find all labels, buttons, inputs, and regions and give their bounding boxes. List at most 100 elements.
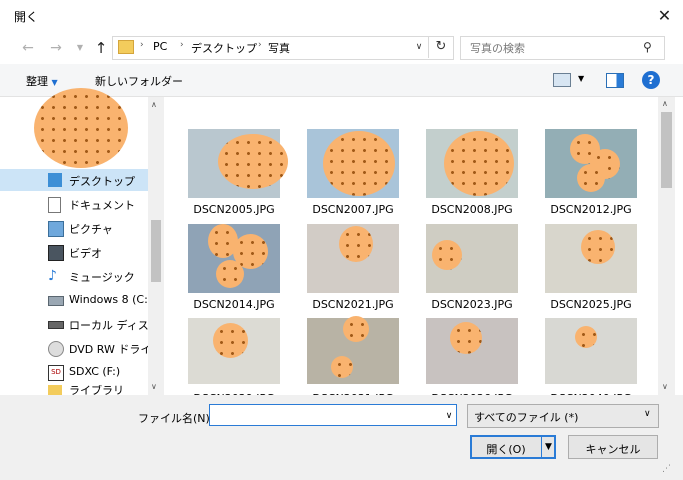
video-icon [48,245,64,261]
privacy-sticker [450,322,482,354]
chevron-down-icon: ▼ [51,78,58,87]
sidebar-item-label: ドキュメント [69,199,135,212]
file-name[interactable]: DSCN2014.JPG [174,298,294,311]
sidebar-item-local-disk[interactable]: ローカル ディスク ( [0,313,168,335]
breadcrumb-photos[interactable]: 写真 [268,40,290,56]
file-type-value: すべてのファイル (*) [474,411,579,424]
sidebar-item-sdxc[interactable]: SD SDXC (F:) [0,361,148,383]
sidebar-item-videos[interactable]: ビデオ [0,241,148,263]
recent-locations-button[interactable]: ▼ [70,38,90,58]
file-name[interactable]: DSCN2023.JPG [412,298,532,311]
file-name[interactable]: DSCN2025.JPG [531,298,651,311]
refresh-icon: ↻ [435,39,447,54]
sidebar-item-windows-drive[interactable]: Windows 8 (C:) [0,289,152,311]
privacy-sticker [34,88,128,168]
sidebar-scroll-thumb[interactable] [151,220,161,282]
sidebar-item-label: デスクトップ [69,175,135,188]
file-name[interactable]: DSCN2021.JPG [293,298,413,311]
folder-icon [118,40,134,54]
view-options-icon[interactable] [553,73,571,87]
file-thumbnail[interactable] [545,318,637,384]
chevron-down-icon: ▼ [76,43,84,52]
window-title: 開く [14,10,39,24]
library-folder-icon [48,385,62,395]
sidebar-item-label: Windows 8 (C:) [69,293,153,306]
open-options-dropdown[interactable]: ▼ [541,437,555,457]
open-button-label: 開く(O) [486,443,526,456]
file-thumbnail[interactable] [426,224,518,293]
sidebar-item-desktop[interactable]: デスクトップ [0,169,148,191]
back-arrow-icon: ← [22,40,34,56]
file-name[interactable]: DSCN2012.JPG [531,203,651,216]
sidebar-item-label: ピクチャ [69,223,113,236]
chevron-down-icon: ∨ [445,411,453,421]
search-icon: ⚲ [643,40,652,54]
documents-icon [48,197,61,213]
file-thumbnail[interactable] [188,129,288,198]
local-disk-icon [48,321,64,329]
file-name[interactable]: DSCN2005.JPG [174,203,294,216]
new-folder-button[interactable]: 新しいフォルダー [95,73,183,89]
file-thumbnail[interactable] [545,129,637,198]
filename-dropdown-button[interactable]: ∨ [441,405,457,427]
scroll-up-icon[interactable]: ∧ [662,99,668,108]
file-thumbnail[interactable] [307,316,399,384]
music-icon: ♪ [48,268,57,284]
pictures-icon [48,221,64,237]
desktop-folder-icon [48,173,62,187]
file-thumbnail[interactable] [307,129,399,198]
breadcrumb-desktop[interactable]: デスクトップ [191,40,257,56]
scroll-down-icon[interactable]: ∨ [151,382,157,391]
file-thumbnail[interactable] [188,224,280,293]
refresh-button[interactable]: ↻ [428,36,453,58]
scroll-up-icon[interactable]: ∧ [151,100,157,109]
chevron-down-icon: ∨ [415,42,423,52]
sidebar-item-label: ミュージック [69,271,135,284]
organize-label: 整理 [26,75,48,88]
address-dropdown-button[interactable]: ∨ [410,36,428,58]
breadcrumb-pc[interactable]: PC [153,40,167,53]
dvd-drive-icon [48,341,64,357]
file-thumbnail[interactable] [545,224,637,293]
file-thumbnail[interactable] [307,224,399,293]
privacy-sticker [339,226,373,262]
up-button[interactable]: ↑ [91,38,111,58]
cancel-button-label: キャンセル [585,443,641,456]
forward-arrow-icon: → [50,40,62,56]
close-icon: ✕ [657,6,672,25]
privacy-sticker [331,356,353,378]
privacy-sticker [432,240,462,270]
title-bar [0,0,683,32]
privacy-sticker [575,326,597,348]
file-name[interactable]: DSCN2008.JPG [412,203,532,216]
preview-pane-icon[interactable] [606,73,624,88]
sidebar-item-library[interactable]: ライブラリ [0,385,148,395]
file-thumbnail[interactable] [188,318,280,384]
sidebar-item-pictures[interactable]: ピクチャ [0,217,148,239]
resize-grip-icon[interactable]: ⋰ [662,464,671,474]
search-placeholder: 写真の検索 [470,42,525,55]
privacy-sticker [213,323,248,358]
filename-input[interactable] [209,404,457,426]
help-button[interactable]: ? [642,71,660,89]
forward-button[interactable]: → [46,38,66,58]
privacy-sticker [444,131,514,196]
sidebar-item-documents[interactable]: ドキュメント [0,193,148,215]
sidebar-item-music[interactable]: ♪ ミュージック [0,265,148,287]
file-thumbnail[interactable] [426,318,518,384]
file-thumbnail[interactable] [426,129,518,198]
filename-label: ファイル名(N): [138,412,214,425]
chevron-down-icon: ∨ [644,409,651,419]
back-button[interactable]: ← [18,38,38,58]
organize-button[interactable]: 整理 ▼ [26,73,58,89]
chevron-down-icon[interactable]: ▼ [578,74,584,83]
close-button[interactable]: ✕ [646,0,683,32]
breadcrumb-separator-icon: › [140,40,144,50]
file-list-scroll-thumb[interactable] [661,112,672,188]
file-name[interactable]: DSCN2007.JPG [293,203,413,216]
sidebar-item-dvd-drive[interactable]: DVD RW ドライブ [0,337,162,359]
privacy-sticker [216,260,244,288]
help-icon: ? [647,73,655,87]
scroll-down-icon[interactable]: ∨ [662,382,668,391]
privacy-sticker [323,131,395,196]
